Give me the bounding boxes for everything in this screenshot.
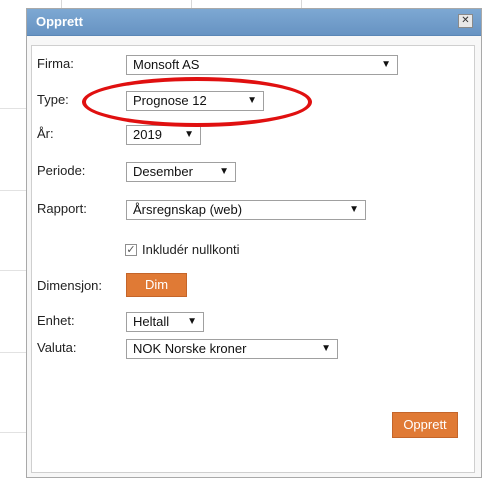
enhet-select[interactable]: Heltall ▼ [126,312,204,332]
valuta-label: Valuta: [37,340,77,355]
rapport-select[interactable]: Årsregnskap (web) ▼ [126,200,366,220]
close-icon[interactable]: ✕ [458,14,473,28]
periode-label: Periode: [37,163,86,178]
enhet-label: Enhet: [37,313,75,328]
dim-button[interactable]: Dim [126,273,187,297]
chevron-down-icon: ▼ [381,59,391,70]
rapport-label: Rapport: [37,201,87,216]
firma-label: Firma: [37,56,74,71]
chevron-down-icon: ▼ [184,129,194,140]
bg-row-line [0,108,28,109]
nullkonti-checkbox[interactable]: ✓ [125,244,137,256]
opprett-button[interactable]: Opprett [392,412,458,438]
chevron-down-icon: ▼ [219,166,229,177]
bg-row-line [0,432,28,433]
bg-row-line [0,352,28,353]
chevron-down-icon: ▼ [321,343,331,354]
periode-value: Desember [133,164,193,179]
chevron-down-icon: ▼ [247,95,257,106]
chevron-down-icon: ▼ [187,316,197,327]
firma-select[interactable]: Monsoft AS ▼ [126,55,398,75]
ar-value: 2019 [133,127,162,142]
dialog-titlebar[interactable]: Opprett ✕ [27,9,481,36]
ar-select[interactable]: 2019 ▼ [126,125,201,145]
firma-value: Monsoft AS [133,57,200,72]
bg-row-line [0,190,28,191]
bg-row-line [0,270,28,271]
chevron-down-icon: ▼ [349,204,359,215]
rapport-value: Årsregnskap (web) [133,202,243,217]
opprett-dialog: Opprett ✕ Firma: Monsoft AS ▼ Type: Prog… [26,8,482,478]
valuta-value: NOK Norske kroner [133,341,247,356]
ar-label: År: [37,126,54,141]
type-value: Prognose 12 [133,93,207,108]
enhet-value: Heltall [133,314,170,329]
periode-select[interactable]: Desember ▼ [126,162,236,182]
type-label: Type: [37,92,69,107]
dialog-title: Opprett [36,14,83,29]
valuta-select[interactable]: NOK Norske kroner ▼ [126,339,338,359]
dialog-body: Firma: Monsoft AS ▼ Type: Prognose 12 ▼ … [31,45,475,473]
type-select[interactable]: Prognose 12 ▼ [126,91,264,111]
dimensjon-label: Dimensjon: [37,278,103,293]
nullkonti-label: Inkludér nullkonti [142,242,240,257]
